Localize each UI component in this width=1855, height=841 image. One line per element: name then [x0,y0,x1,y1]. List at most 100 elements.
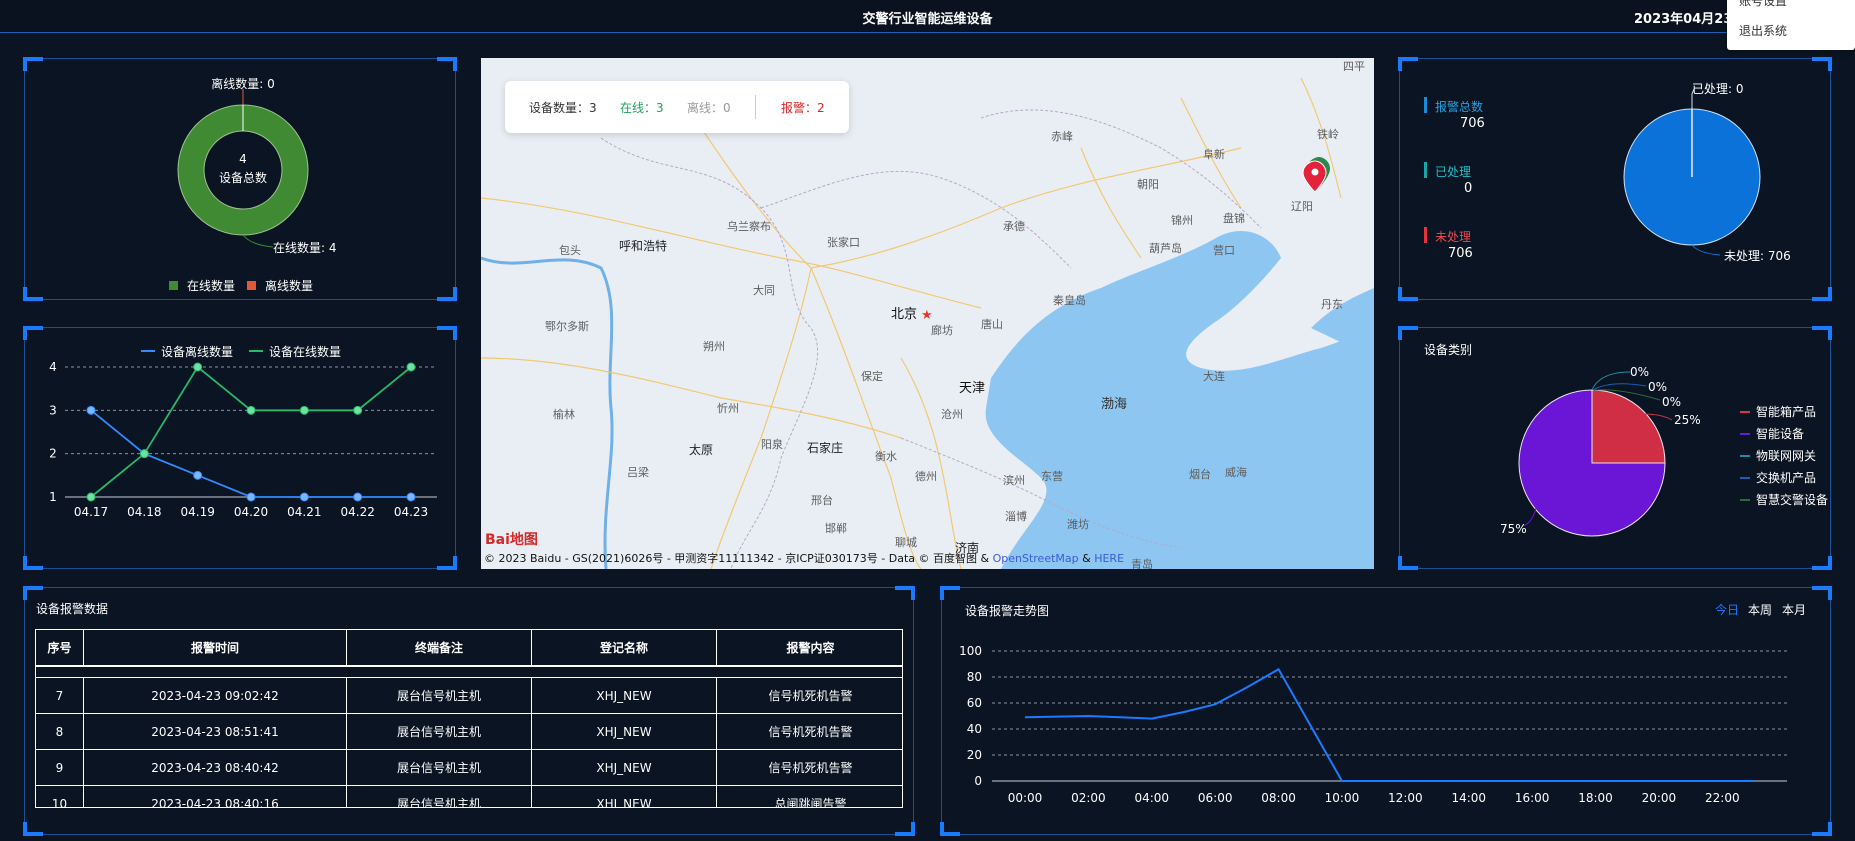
map-online-count: 在线：3 [620,101,664,115]
city-label: 乌兰察布 [727,219,771,233]
x-tick-label: 04.21 [287,505,321,519]
here-link[interactable]: HERE [1094,552,1124,565]
city-label: 忻州 [717,402,739,415]
pie-label-leader [1592,383,1647,391]
x-tick-label: 14:00 [1451,791,1486,805]
yellow-river [481,256,614,569]
column-header: 登记名称 [532,630,717,665]
data-point [406,362,416,372]
alarm-summary-panel: 报警总数 706 已处理 0 未处理 706 已处理: 0 未处理: 706 [1398,57,1832,301]
city-label: 锦州 [1171,213,1193,227]
table-cell: XHJ_NEW [532,678,717,713]
table-cell: 2023-04-23 08:40:42 [84,750,347,785]
alarm-trend-panel: 设备报警走势图 今日 本周 本月 100 80 60 40 20 0 00:00 02:00 0… [940,586,1832,836]
table-cell: 2023-04-23 08:40:16 [84,786,347,807]
map-alarm-count: 报警：2 [781,101,825,115]
table-header-row: 序号 报警时间 终端备注 登记名称 报警内容 [36,630,902,666]
table-cell: 总闸跳闸告警 [774,797,847,808]
data-point [86,492,96,502]
map-canvas[interactable]: 呼和浩特 乌兰察布 张家口 承德 赤峰 朝阳 阜新 锦州 盘锦 葫芦岛 营口 秦… [481,58,1374,569]
page-title: 交警行业智能运维设备 [862,12,993,27]
pie-handled-label: 已处理: 0 [1692,82,1744,96]
city-label: 阜新 [1203,147,1225,161]
table-cell: 9 [36,750,84,785]
category-legend: 智能箱产品 智能设备 物联网网关 交换机产品 智慧交警设备 [1740,404,1828,507]
column-header: 报警内容 [786,641,835,655]
city-label: 天津 [959,381,985,396]
menu-item-logout[interactable]: 退出系统 [1739,22,1787,39]
city-label: 辽阳 [1291,200,1313,213]
column-header: 终端备注 [347,630,532,665]
city-label: 东营 [1041,469,1063,483]
legend-offline-text: 设备离线数量 [161,344,233,359]
city-label: 青岛 [1131,557,1153,569]
city-label: 衡水 [875,450,897,463]
city-label: 聊城 [895,535,917,549]
city-label: 呼和浩特 [619,238,667,253]
city-label: 潍坊 [1067,517,1089,531]
city-label: 大同 [753,283,775,297]
city-label: 赤峰 [1051,130,1073,143]
alarm-table[interactable]: 序号 报警时间 终端备注 登记名称 报警内容 7 2023-04-23 09:0… [35,629,903,808]
table-cell: 展台信号机主机 [347,714,532,749]
city-label: 朔州 [703,340,725,353]
data-point [139,449,149,459]
donut-online-leader [242,234,274,248]
donut-online-segment [178,105,308,235]
table-row[interactable]: 10 2023-04-23 08:40:16 展台信号机主机 XHJ_NEW 总… [36,786,902,808]
data-point [193,362,203,372]
device-map[interactable]: 呼和浩特 乌兰察布 张家口 承德 赤峰 朝阳 阜新 锦州 盘锦 葫芦岛 营口 秦… [481,58,1374,569]
data-point [246,405,256,415]
city-label: 吕梁 [627,465,649,479]
city-label: 唐山 [981,317,1003,331]
pie-pct-label: 0% [1630,365,1649,379]
data-point [246,492,256,502]
device-category-pie-chart: 0% 0% 0% 25% 75% 智能箱产品 智能设备 物联网网关 交换机产品 … [1500,365,1828,537]
x-tick-label: 10:00 [1325,791,1360,805]
city-label: 大连 [1203,369,1225,383]
pie-unhandled-leader [1691,244,1721,256]
y-tick-label: 2 [49,447,57,461]
pie-pct-label: 25% [1674,413,1701,427]
table-cell: 信号机死机告警 [768,689,853,703]
y-tick-label: 40 [967,722,982,736]
city-label: 烟台 [1189,467,1211,481]
city-label: 盘锦 [1223,211,1245,225]
pie-pct-label: 75% [1500,522,1527,536]
data-point [353,492,363,502]
city-label: 丹东 [1321,298,1343,311]
legend-label: 物联网网关 [1756,449,1816,463]
legend-online-text: 设备在线数量 [269,344,341,359]
openstreetmap-link[interactable]: OpenStreetMap [993,552,1079,565]
table-row[interactable]: 9 2023-04-23 08:40:42 展台信号机主机 XHJ_NEW 信号… [36,750,902,786]
y-tick-label: 1 [49,490,57,504]
x-tick-label: 04.18 [127,505,161,519]
legend-online-swatch [169,281,178,290]
city-label: 承德 [1003,219,1025,233]
table-cell: 展台信号机主机 [347,678,532,713]
city-label: 北京 [891,307,917,322]
table-scroll-body[interactable]: 7 2023-04-23 09:02:42 展台信号机主机 XHJ_NEW 信号… [36,666,902,808]
table-row[interactable]: 8 2023-04-23 08:51:41 展台信号机主机 XHJ_NEW 信号… [36,714,902,750]
city-label: 营口 [1213,243,1235,257]
svg-text:Bai地图: Bai地图 [485,531,538,548]
y-tick-label: 20 [967,748,982,762]
table-row[interactable]: 7 2023-04-23 09:02:42 展台信号机主机 XHJ_NEW 信号… [36,678,902,714]
x-tick-label: 04.20 [234,505,268,519]
x-tick-label: 22:00 [1705,791,1740,805]
city-label: 包头 [559,244,581,257]
x-tick-label: 18:00 [1578,791,1613,805]
map-marker-icon[interactable] [1302,157,1330,193]
table-cell: 2023-04-23 09:02:42 [84,678,347,713]
table-cell: 信号机死机告警 [768,725,853,739]
capital-star-icon: ★ [921,308,933,323]
menu-item-account-settings[interactable]: 账号设置 [1739,0,1787,9]
x-tick-label: 02:00 [1071,791,1106,805]
legend-label: 交换机产品 [1756,470,1816,485]
donut-online-label: 在线数量: 4 [273,240,337,255]
table-cell: 2023-04-23 08:51:41 [84,714,347,749]
donut-outline-inner [203,130,283,210]
map-device-summary: 设备数量：3 在线：3 离线：0 报警：2 [505,81,849,133]
legend-label: 智慧交警设备 [1756,492,1828,507]
city-label: 邯郸 [825,521,847,535]
